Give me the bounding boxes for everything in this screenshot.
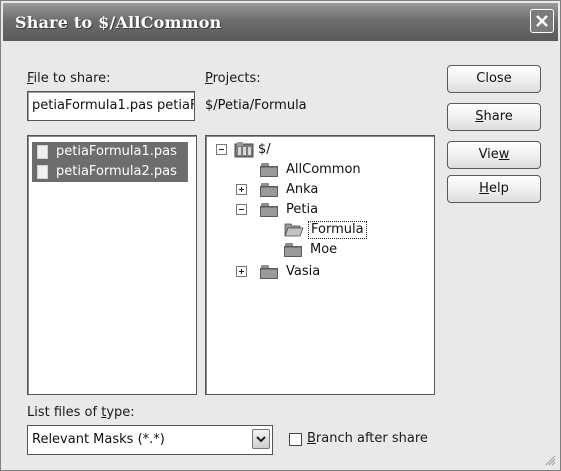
tree-node-root[interactable]: $/ bbox=[216, 140, 306, 160]
projects-label: Projects: bbox=[205, 71, 261, 86]
tree-node-moe[interactable]: Moe bbox=[284, 240, 404, 260]
help-label: elp bbox=[488, 181, 509, 196]
share-accel: S bbox=[475, 109, 484, 124]
chevron-down-icon bbox=[256, 436, 266, 443]
folder-icon bbox=[260, 163, 278, 177]
tree-label: Vasia bbox=[286, 264, 321, 279]
tree-label: $/ bbox=[258, 142, 271, 157]
help-accel: H bbox=[479, 181, 489, 196]
share-dialog: Share to $/AllCommon File to share: peti… bbox=[0, 0, 561, 471]
folder-icon bbox=[260, 183, 278, 197]
list-item[interactable]: petiaFormula1.pas bbox=[32, 142, 188, 162]
close-button[interactable]: Close bbox=[447, 65, 541, 93]
collapse-icon[interactable] bbox=[236, 204, 247, 215]
list-type-value: Relevant Masks (*.*) bbox=[32, 432, 165, 447]
database-icon bbox=[234, 141, 254, 158]
branch-after-share-checkbox[interactable] bbox=[289, 433, 302, 446]
open-folder-icon bbox=[284, 222, 304, 237]
view-accel: w bbox=[498, 147, 510, 162]
dropdown-arrow[interactable] bbox=[252, 429, 270, 449]
tree-node-anka[interactable]: Anka bbox=[236, 180, 356, 200]
close-window-button[interactable] bbox=[530, 9, 554, 33]
collapse-icon[interactable] bbox=[216, 144, 227, 155]
dialog-title: Share to $/AllCommon bbox=[15, 13, 222, 32]
help-button[interactable]: Help bbox=[447, 175, 541, 203]
view-label: Vie bbox=[478, 147, 499, 162]
tree-node-allcommon[interactable]: AllCommon bbox=[260, 160, 380, 180]
list-type-select[interactable]: Relevant Masks (*.*) bbox=[27, 425, 273, 455]
share-button[interactable]: Share bbox=[447, 103, 541, 131]
share-label: hare bbox=[483, 109, 513, 124]
tree-label: Anka bbox=[286, 182, 319, 197]
project-path: $/Petia/Formula bbox=[205, 98, 307, 113]
folder-icon bbox=[284, 243, 302, 257]
view-button[interactable]: View bbox=[447, 141, 541, 169]
close-icon bbox=[536, 15, 548, 27]
files-list[interactable]: petiaFormula1.pas petiaFormula2.pas bbox=[27, 135, 197, 395]
folder-icon bbox=[260, 203, 278, 217]
tree-node-formula[interactable]: Formula bbox=[284, 220, 404, 240]
file-to-share-label: File to share: bbox=[27, 71, 111, 86]
document-icon bbox=[37, 145, 48, 159]
tree-label-selected: Formula bbox=[308, 221, 367, 239]
tree-label: AllCommon bbox=[286, 162, 361, 177]
file-name: petiaFormula2.pas bbox=[56, 164, 177, 179]
tree-label: Petia bbox=[286, 202, 319, 217]
file-to-share-value: petiaFormula1.pas petiaFormula2.pas bbox=[32, 98, 194, 113]
tree-node-vasia[interactable]: Vasia bbox=[236, 262, 356, 282]
file-name: petiaFormula1.pas bbox=[56, 144, 177, 159]
document-icon bbox=[37, 165, 48, 179]
expand-icon[interactable] bbox=[236, 184, 247, 195]
file-to-share-input[interactable]: petiaFormula1.pas petiaFormula2.pas bbox=[27, 91, 195, 121]
title-bar: Share to $/AllCommon bbox=[3, 3, 558, 41]
tree-label: Moe bbox=[310, 242, 338, 257]
tree-node-petia[interactable]: Petia bbox=[236, 200, 356, 220]
list-item[interactable]: petiaFormula2.pas bbox=[32, 162, 188, 182]
expand-icon[interactable] bbox=[236, 266, 247, 277]
resize-grip-icon[interactable] bbox=[544, 454, 556, 466]
branch-after-share-label: Branch after share bbox=[307, 431, 428, 446]
list-type-label: List files of type: bbox=[27, 405, 135, 420]
folder-icon bbox=[260, 265, 278, 279]
projects-tree[interactable]: $/ AllCommon Anka Petia Formula Moe Vasi… bbox=[205, 135, 435, 395]
